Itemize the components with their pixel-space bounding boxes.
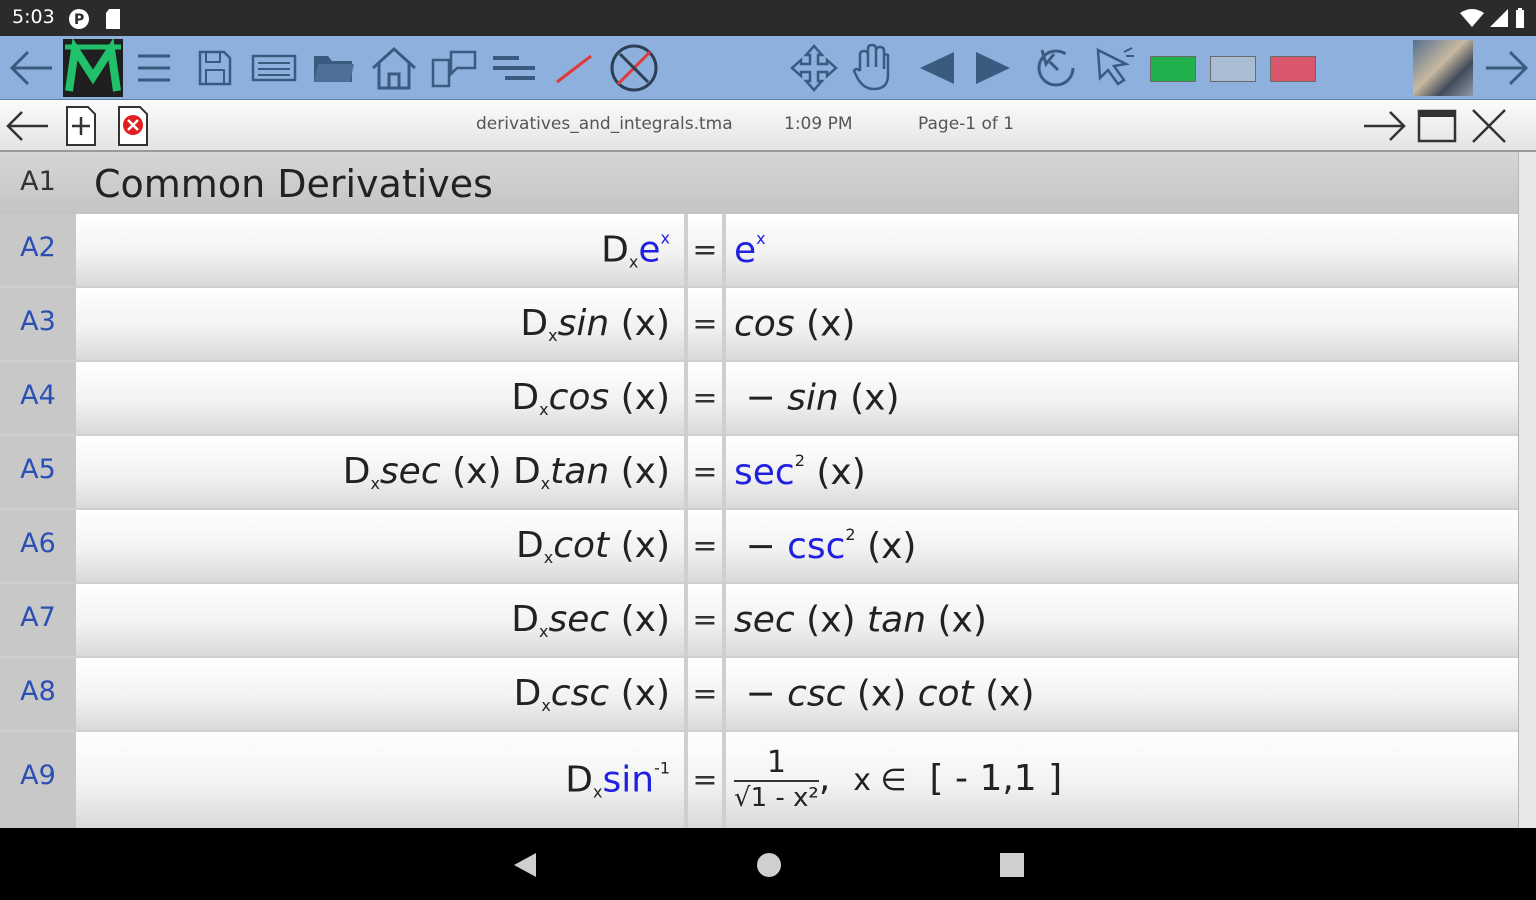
menu-icon[interactable] (128, 42, 180, 94)
table-row[interactable]: A7 Dxsec (x) = sec (x) tan (x) (0, 584, 1518, 656)
page-back-icon[interactable] (4, 104, 50, 148)
status-right-icons (1460, 7, 1526, 29)
main-toolbar (0, 36, 1536, 100)
row-label: A5 (20, 454, 56, 485)
lhs-cell[interactable]: Dxsin (x) (76, 288, 684, 360)
row-label: A1 (20, 166, 56, 197)
row-label: A7 (20, 602, 56, 633)
vertical-scrollbar[interactable] (1518, 152, 1536, 828)
equals-cell: = (688, 288, 722, 360)
clock-text: 1:09 PM (784, 114, 853, 134)
folder-icon[interactable] (308, 42, 360, 94)
clear-icon[interactable] (608, 42, 660, 94)
nav-home-icon[interactable] (754, 850, 784, 880)
row-label: A2 (20, 232, 56, 263)
equals-cell: = (688, 658, 722, 730)
table-row[interactable]: A2 Dxex = ex (0, 214, 1518, 286)
close-icon[interactable] (1466, 104, 1512, 148)
equals-cell: = (688, 436, 722, 508)
table-row[interactable]: A9 Dxsin-1 = 1 √1 - x², x ∈ [ - 1,1 ] (0, 732, 1518, 828)
worksheet: A1 Common Derivatives A2 Dxex = ex A3 Dx… (0, 152, 1536, 828)
app-logo[interactable] (63, 37, 123, 97)
row-label: A3 (20, 306, 56, 337)
save-icon[interactable] (188, 42, 240, 94)
prev-arrow-icon[interactable] (910, 42, 962, 94)
title-row[interactable]: A1 Common Derivatives (0, 152, 1518, 214)
color-swatch-red[interactable] (1270, 56, 1316, 82)
keyboard-icon[interactable] (248, 42, 300, 94)
back-arrow-icon[interactable] (4, 42, 56, 94)
maximize-icon[interactable] (1414, 104, 1460, 148)
wifi-icon (1460, 9, 1484, 27)
lhs-cell[interactable]: Dxcsc (x) (76, 658, 684, 730)
table-row[interactable]: A4 Dxcos (x) = − sin (x) (0, 362, 1518, 434)
table-row[interactable]: A5 Dxsec (x) Dxtan (x) = sec2 (x) (0, 436, 1518, 508)
table-row[interactable]: A6 Dxcot (x) = − csc2 (x) (0, 510, 1518, 582)
color-swatch-green[interactable] (1150, 56, 1196, 82)
svg-text:P: P (74, 12, 84, 28)
lhs-cell[interactable]: Dxsec (x) Dxtan (x) (76, 436, 684, 508)
page-indicator: Page-1 of 1 (918, 114, 1015, 134)
rhs-cell[interactable]: − sin (x) (726, 362, 1518, 434)
row-label: A8 (20, 676, 56, 707)
system-nav-bar (0, 828, 1536, 900)
undo-icon[interactable] (1030, 42, 1082, 94)
rhs-cell[interactable]: sec (x) tan (x) (726, 584, 1518, 656)
equals-cell: = (688, 584, 722, 656)
rhs-cell[interactable]: ex (726, 214, 1518, 286)
color-swatch-gray[interactable] (1210, 56, 1256, 82)
sd-card-icon (106, 9, 120, 29)
shapes-icon[interactable] (428, 42, 480, 94)
row-label: A4 (20, 380, 56, 411)
equals-cell: = (688, 362, 722, 434)
rhs-cell[interactable]: cos (x) (726, 288, 1518, 360)
equals-cell: = (688, 732, 722, 828)
file-name: derivatives_and_integrals.tma (476, 114, 733, 134)
lhs-cell[interactable]: Dxsec (x) (76, 584, 684, 656)
equals-cell: = (688, 510, 722, 582)
avatar[interactable] (1413, 40, 1473, 96)
equals-cell: = (688, 214, 722, 286)
nav-recents-icon[interactable] (997, 850, 1027, 880)
delete-page-icon[interactable] (110, 104, 156, 148)
next-arrow-icon[interactable] (968, 42, 1020, 94)
lhs-cell[interactable]: Dxsin-1 (76, 732, 684, 828)
row-label: A6 (20, 528, 56, 559)
notification-p-icon: P (69, 9, 89, 29)
table-row[interactable]: A3 Dxsin (x) = cos (x) (0, 288, 1518, 360)
rhs-cell[interactable]: sec2 (x) (726, 436, 1518, 508)
lhs-cell[interactable]: Dxcot (x) (76, 510, 684, 582)
battery-icon (1516, 8, 1524, 28)
forward-arrow-icon[interactable] (1482, 42, 1534, 94)
table-row[interactable]: A8 Dxcsc (x) = − csc (x) cot (x) (0, 658, 1518, 730)
rhs-cell[interactable]: 1 √1 - x², x ∈ [ - 1,1 ] (726, 732, 1518, 828)
status-bar: 5:03 P (0, 0, 1536, 36)
rhs-cell[interactable]: − csc (x) cot (x) (726, 658, 1518, 730)
pen-line-icon[interactable] (548, 42, 600, 94)
lhs-cell[interactable]: Dxcos (x) (76, 362, 684, 434)
rhs-cell[interactable]: − csc2 (x) (726, 510, 1518, 582)
pointer-icon[interactable] (1088, 42, 1140, 94)
signal-icon (1490, 9, 1508, 27)
row-label: A9 (20, 760, 56, 791)
page-forward-icon[interactable] (1362, 104, 1408, 148)
hand-icon[interactable] (846, 42, 898, 94)
add-page-icon[interactable] (58, 104, 104, 148)
status-time: 5:03 (12, 6, 55, 28)
align-icon[interactable] (488, 42, 540, 94)
lhs-cell[interactable]: Dxex (76, 214, 684, 286)
move-icon[interactable] (788, 42, 840, 94)
nav-back-icon[interactable] (510, 850, 540, 880)
worksheet-title: Common Derivatives (94, 162, 493, 206)
document-toolbar: derivatives_and_integrals.tma 1:09 PM Pa… (0, 100, 1536, 152)
home-icon[interactable] (368, 42, 420, 94)
